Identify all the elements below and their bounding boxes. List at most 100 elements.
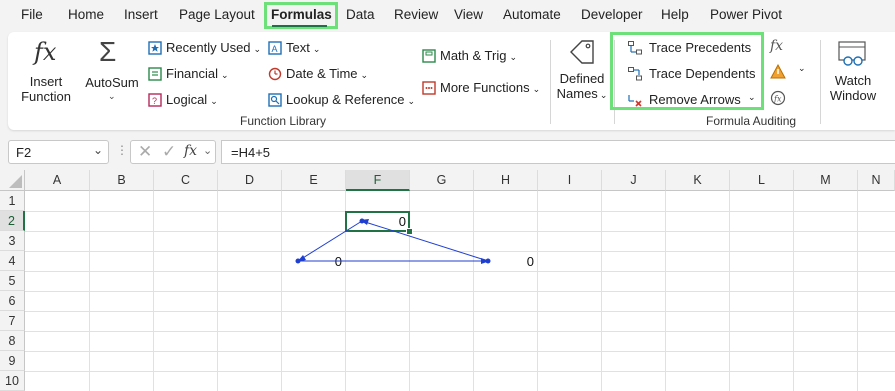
formula-input[interactable]: =H4+5	[221, 140, 895, 164]
fill-handle[interactable]	[406, 228, 413, 235]
text-book-icon: A	[268, 41, 282, 55]
financial-button[interactable]: Financial ⌄	[148, 66, 238, 84]
formula-text: =H4+5	[231, 145, 271, 160]
chevron-down-icon[interactable]: ⌄	[203, 144, 212, 157]
row-header-4[interactable]: 4	[0, 251, 25, 271]
row-header-9[interactable]: 9	[0, 351, 25, 371]
autosum-button[interactable]: Σ AutoSum ⌄	[84, 36, 140, 108]
tab-page-layout[interactable]: Page Layout	[179, 7, 255, 22]
chevron-down-icon: ⌄	[798, 63, 806, 73]
insert-function-button[interactable]: fx Insert Function	[14, 36, 78, 108]
column-header-a[interactable]: A	[25, 170, 90, 191]
magnifier-book-icon	[268, 93, 282, 107]
evaluate-formula-button[interactable]: fx	[770, 90, 788, 108]
watch-window-button[interactable]: Watch Window	[826, 36, 880, 108]
chevron-down-icon: ⌄	[312, 44, 321, 54]
column-header-g[interactable]: G	[410, 170, 474, 191]
trace-precedents-label: Trace Precedents	[649, 40, 752, 55]
more-functions-label: More Functions ⌄	[440, 80, 540, 95]
recently-used-text: Recently Used	[166, 40, 251, 55]
logical-button[interactable]: ? Logical ⌄	[148, 92, 228, 110]
gridlines	[25, 191, 895, 391]
row-header-3[interactable]: 3	[0, 231, 25, 251]
column-header-k[interactable]: K	[666, 170, 730, 191]
worksheet-grid[interactable]: A B C D E F G H I J K L M N 1 2 3 4 5 6 …	[0, 170, 895, 391]
error-checking-icon	[770, 64, 786, 79]
tab-view[interactable]: View	[454, 7, 483, 22]
error-checking-button[interactable]: ⌄	[770, 63, 810, 82]
selected-cell-f2[interactable]	[345, 211, 410, 232]
svg-text:fx: fx	[773, 95, 782, 104]
lookup-reference-label: Lookup & Reference ⌄	[286, 92, 415, 107]
cancel-icon[interactable]: ✕	[138, 142, 152, 162]
row-header-5[interactable]: 5	[0, 271, 25, 291]
column-header-e[interactable]: E	[282, 170, 346, 191]
svg-text:A: A	[272, 44, 278, 54]
column-header-h[interactable]: H	[474, 170, 538, 191]
enter-icon[interactable]: ✓	[162, 142, 176, 162]
more-book-icon	[422, 81, 436, 95]
tab-formulas[interactable]: Formulas	[271, 7, 332, 22]
tab-developer[interactable]: Developer	[581, 7, 643, 22]
more-functions-text: More Functions	[440, 80, 530, 95]
formula-auditing-group-label: Formula Auditing	[706, 114, 797, 128]
more-functions-button[interactable]: More Functions ⌄	[422, 80, 542, 98]
column-header-c[interactable]: C	[154, 170, 218, 191]
financial-book-icon	[148, 67, 162, 81]
lookup-reference-text: Lookup & Reference	[286, 92, 405, 107]
cell-e4-value: 0	[334, 254, 342, 269]
row-header-10[interactable]: 10	[0, 371, 25, 391]
cell-h4-value: 0	[526, 254, 534, 269]
tab-file[interactable]: File	[21, 7, 43, 22]
chevron-down-icon: ⌄	[748, 92, 756, 102]
tab-data[interactable]: Data	[346, 7, 375, 22]
tab-help[interactable]: Help	[661, 7, 689, 22]
tab-review[interactable]: Review	[394, 7, 438, 22]
defined-names-button[interactable]: Defined Names ⌄	[556, 36, 608, 108]
column-header-n[interactable]: N	[858, 170, 895, 191]
group-divider	[550, 40, 551, 124]
column-header-d[interactable]: D	[218, 170, 282, 191]
column-header-j[interactable]: J	[602, 170, 666, 191]
column-header-i[interactable]: I	[538, 170, 602, 191]
row-header-6[interactable]: 6	[0, 291, 25, 311]
select-all-corner[interactable]	[0, 170, 25, 191]
remove-arrows-icon	[628, 95, 642, 107]
name-box[interactable]: F2 ⌄	[8, 140, 109, 164]
chevron-down-icon[interactable]: ⌄	[93, 143, 103, 157]
trace-precedents-icon	[628, 41, 642, 55]
more-options-icon[interactable]: ⋮	[116, 143, 128, 157]
trace-precedents-button[interactable]: Trace Precedents	[628, 40, 758, 58]
insert-function-icon[interactable]: fx	[184, 143, 197, 159]
chevron-down-icon: ⌄	[407, 96, 416, 106]
math-trig-label: Math & Trig ⌄	[440, 48, 517, 63]
tab-power-pivot[interactable]: Power Pivot	[710, 7, 782, 22]
show-formulas-button[interactable]: fx	[770, 38, 790, 56]
defined-names-label: Defined Names ⌄	[556, 71, 608, 103]
recently-used-button[interactable]: Recently Used ⌄	[148, 40, 261, 58]
recently-used-label: Recently Used ⌄	[166, 40, 261, 55]
name-box-value: F2	[16, 145, 32, 160]
row-header-8[interactable]: 8	[0, 331, 25, 351]
defined-names-line2-wrap: Names ⌄	[556, 86, 608, 103]
column-header-m[interactable]: M	[794, 170, 858, 191]
text-button[interactable]: A Text ⌄	[268, 40, 328, 58]
tab-automate[interactable]: Automate	[503, 7, 561, 22]
math-trig-button[interactable]: Math & Trig ⌄	[422, 48, 532, 66]
logical-text: Logical	[166, 92, 208, 107]
remove-arrows-button[interactable]: Remove Arrows ⌄	[628, 92, 760, 110]
column-header-b[interactable]: B	[90, 170, 154, 191]
tab-home[interactable]: Home	[68, 7, 104, 22]
column-header-f[interactable]: F	[346, 170, 410, 191]
date-time-button[interactable]: Date & Time ⌄	[268, 66, 368, 84]
lookup-reference-button[interactable]: Lookup & Reference ⌄	[268, 92, 415, 110]
row-header-2[interactable]: 2	[0, 211, 25, 231]
row-header-7[interactable]: 7	[0, 311, 25, 331]
column-header-l[interactable]: L	[730, 170, 794, 191]
clock-book-icon	[268, 67, 282, 81]
trace-dependents-button[interactable]: Trace Dependents	[628, 66, 758, 84]
row-header-1[interactable]: 1	[0, 191, 25, 211]
chevron-down-icon: ⌄	[221, 70, 229, 80]
tab-insert[interactable]: Insert	[124, 7, 158, 22]
show-formulas-icon: fx	[770, 38, 784, 54]
